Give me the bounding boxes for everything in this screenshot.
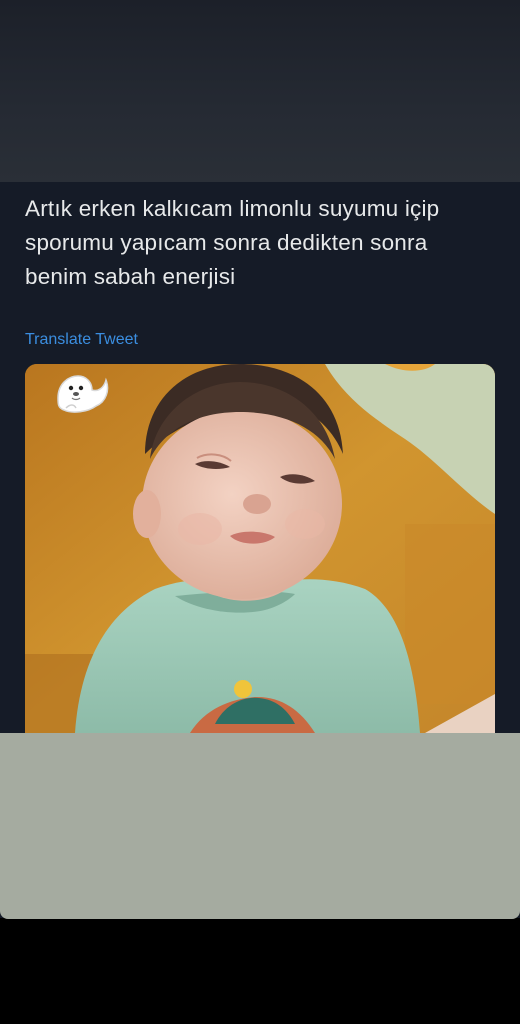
bottom-black-area [0, 919, 520, 1024]
tweet-text: Artık erken kalkıcam limonlu suyumu içip… [25, 196, 440, 289]
seal-sticker-icon [52, 368, 110, 420]
bottom-blurred-panel [0, 733, 520, 919]
story-screen: Artık erken kalkıcam limonlu suyumu içip… [0, 0, 520, 1024]
translate-tweet-link[interactable]: Translate Tweet [25, 330, 138, 350]
top-blurred-area [0, 0, 520, 182]
